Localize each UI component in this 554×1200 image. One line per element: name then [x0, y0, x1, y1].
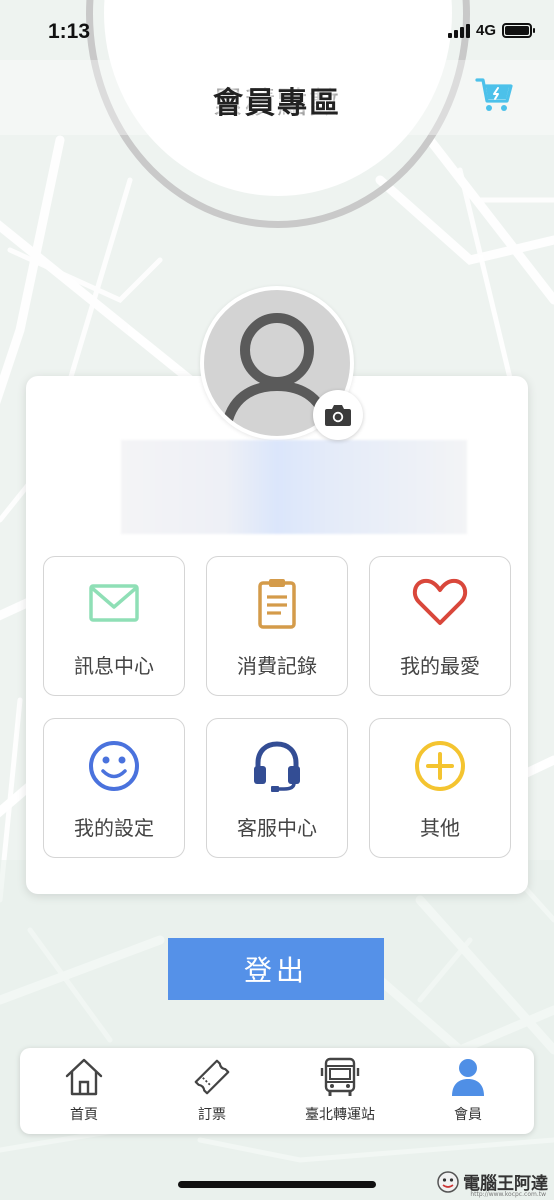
network-type: 4G	[475, 22, 496, 39]
tile-message-center[interactable]: 訊息中心	[43, 556, 185, 696]
tile-purchase-history[interactable]: 消費記錄	[206, 556, 348, 696]
home-indicator	[178, 1181, 376, 1188]
cart-button[interactable]	[474, 75, 514, 115]
clipboard-icon	[258, 579, 296, 629]
nav-tickets[interactable]: 訂票	[148, 1048, 276, 1134]
nav-home[interactable]: 首頁	[20, 1048, 148, 1134]
tile-customer-service[interactable]: 客服中心	[206, 718, 348, 858]
tile-other[interactable]: 其他	[369, 718, 511, 858]
cart-icon	[475, 78, 513, 111]
watermark-url: http://www.kocpc.com.tw	[470, 1191, 546, 1198]
tile-my-settings[interactable]: 我的設定	[43, 718, 185, 858]
user-icon	[452, 1059, 484, 1096]
bottom-nav: 首頁 訂票 臺北轉運站 會員	[20, 1048, 534, 1134]
tile-label: 消費記錄	[237, 654, 317, 678]
watermark-text: 電腦王阿達	[463, 1173, 548, 1194]
username-blurred	[121, 440, 467, 534]
page-title: 會員專區	[213, 86, 341, 121]
nav-taipei-bus-station[interactable]: 臺北轉運站	[276, 1048, 404, 1134]
logout-button[interactable]: 登出	[168, 938, 384, 1000]
bus-icon	[320, 1057, 360, 1096]
status-indicators: 4G	[447, 22, 535, 39]
heart-icon	[412, 578, 468, 625]
status-bar: 1:13 4G	[0, 0, 554, 64]
status-time: 1:13	[48, 20, 91, 43]
battery-icon	[502, 23, 535, 38]
nav-label: 訂票	[198, 1107, 226, 1123]
envelope-icon	[89, 584, 139, 622]
nav-label: 會員	[454, 1107, 482, 1123]
ticket-icon	[194, 1059, 230, 1095]
tile-label: 客服中心	[237, 816, 317, 840]
change-avatar-button[interactable]	[313, 390, 363, 440]
tile-label: 我的設定	[74, 816, 154, 840]
tile-favorites[interactable]: 我的最愛	[369, 556, 511, 696]
signal-icon	[447, 23, 470, 38]
tile-label: 我的最愛	[400, 654, 480, 678]
smiley-icon	[89, 741, 139, 791]
nav-label: 臺北轉運站	[305, 1107, 375, 1123]
nav-member[interactable]: 會員	[404, 1048, 532, 1134]
camera-icon	[325, 405, 351, 426]
plus-circle-icon	[415, 741, 465, 791]
headset-icon	[254, 741, 300, 792]
tile-label: 訊息中心	[74, 654, 154, 678]
mascot-logo-icon	[437, 1171, 459, 1193]
tile-label: 其他	[420, 816, 460, 840]
nav-label: 首頁	[70, 1107, 98, 1123]
home-icon	[65, 1058, 103, 1096]
